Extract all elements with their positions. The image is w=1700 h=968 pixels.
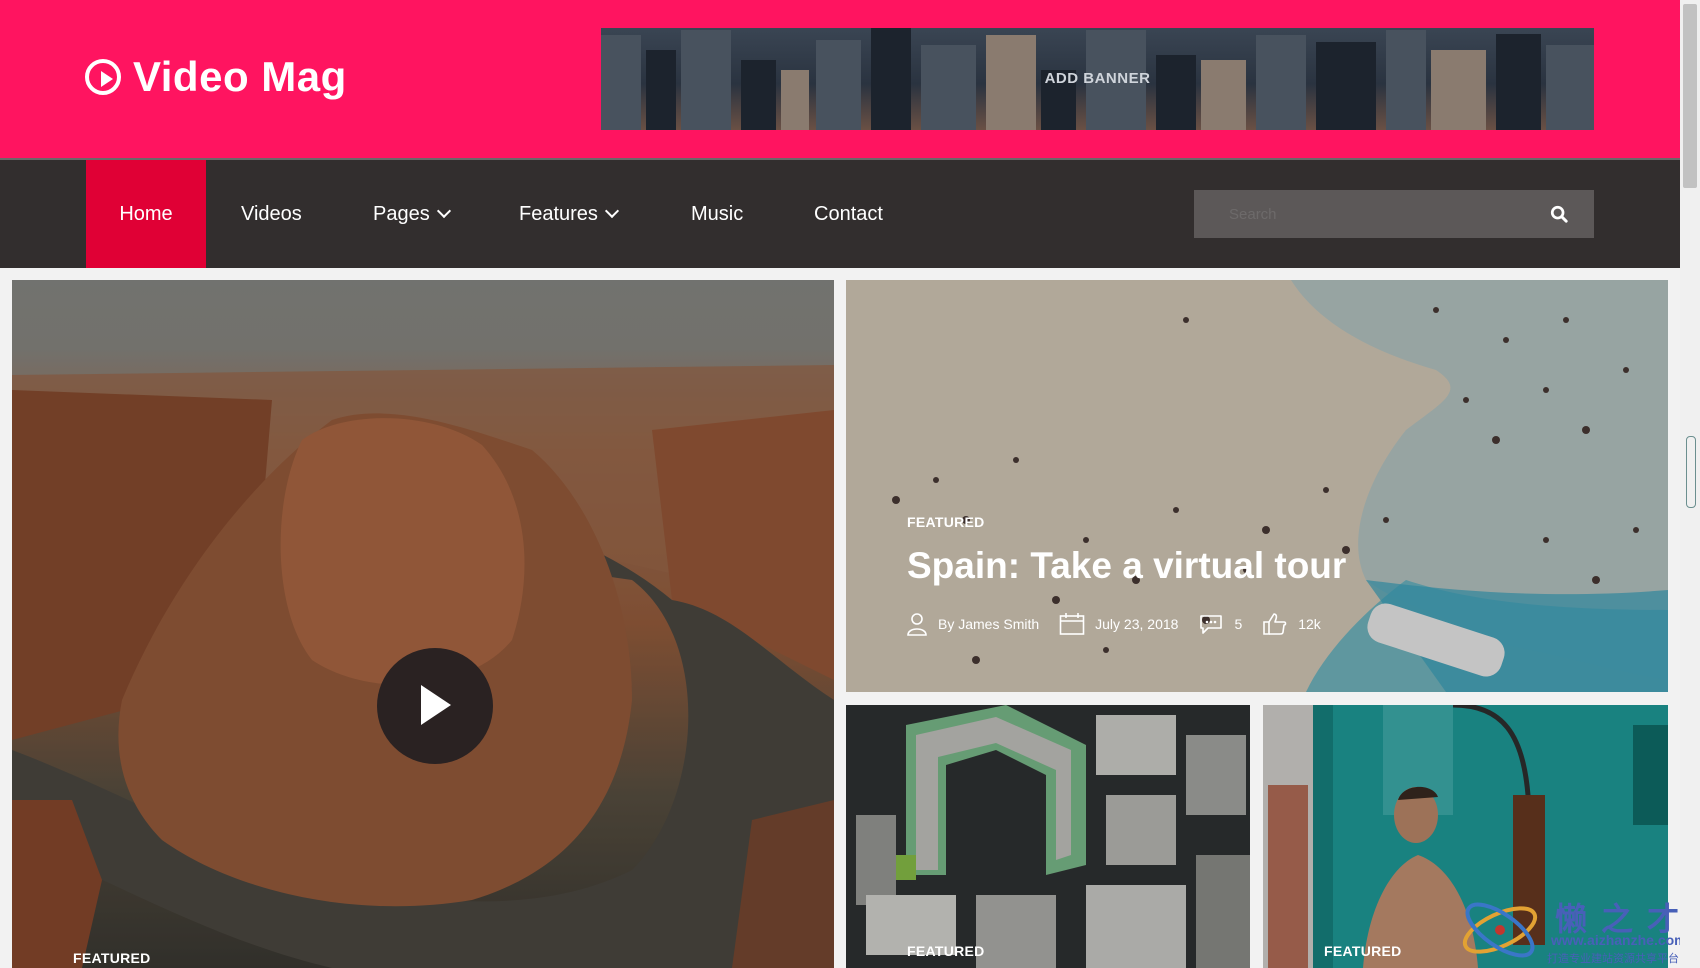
featured-tag: FEATURED bbox=[73, 950, 151, 966]
featured-tag: FEATURED bbox=[907, 514, 985, 530]
play-circle-icon bbox=[85, 59, 121, 95]
post-title[interactable]: Spain: Take a virtual tour bbox=[907, 545, 1346, 587]
watermark-url: www.aizhanzhe.com bbox=[1551, 932, 1687, 948]
post-date: July 23, 2018 bbox=[1059, 612, 1178, 636]
logo-text: Video Mag bbox=[133, 53, 347, 100]
comment-count: 5 bbox=[1234, 616, 1243, 632]
post-comments[interactable]: 5 bbox=[1198, 612, 1242, 636]
thumbs-up-icon bbox=[1263, 613, 1287, 635]
spain-post-card[interactable]: FEATURED Spain: Take a virtual tour By J… bbox=[846, 280, 1668, 692]
banner-label: ADD BANNER bbox=[1044, 70, 1151, 87]
featured-tag: FEATURED bbox=[1324, 943, 1402, 959]
site-watermark: 懒之才 www.aizhanzhe.com 打造专业建站资源共享平台 bbox=[1455, 890, 1700, 968]
nav-music-label: Music bbox=[691, 203, 744, 225]
date-text: July 23, 2018 bbox=[1095, 616, 1179, 632]
nav-videos[interactable]: Videos bbox=[211, 160, 332, 268]
post-meta: By James Smith July 23, 2018 5 12k bbox=[906, 612, 1341, 636]
user-icon bbox=[907, 613, 927, 636]
featured-tag: FEATURED bbox=[907, 943, 985, 959]
scrollbar-thumb[interactable] bbox=[1683, 4, 1697, 188]
site-logo[interactable]: Video Mag bbox=[85, 52, 347, 102]
author-name: By James Smith bbox=[938, 616, 1040, 632]
main-navigation: Home Videos Pages Features Music Contact bbox=[0, 158, 1680, 268]
site-header: Video Mag ADD BANNER bbox=[0, 0, 1680, 158]
chevron-down-icon bbox=[436, 203, 451, 219]
watermark-logo-icon bbox=[1462, 902, 1538, 958]
calendar-icon bbox=[1059, 613, 1085, 635]
search-input[interactable] bbox=[1194, 190, 1524, 238]
nav-features[interactable]: Features bbox=[489, 160, 647, 268]
nav-contact[interactable]: Contact bbox=[784, 160, 913, 268]
nav-features-label: Features bbox=[519, 203, 598, 225]
nav-home-label: Home bbox=[119, 203, 173, 225]
like-count: 12k bbox=[1298, 616, 1321, 632]
nav-pages-label: Pages bbox=[373, 203, 430, 225]
nav-contact-label: Contact bbox=[814, 203, 883, 225]
featured-video-card[interactable]: FEATURED bbox=[12, 280, 834, 968]
nav-home[interactable]: Home bbox=[86, 160, 206, 268]
scroll-indicator bbox=[1686, 436, 1696, 508]
watermark-sub: 打造专业建站资源共享平台 bbox=[1547, 953, 1679, 965]
comment-icon bbox=[1200, 615, 1223, 634]
post-author[interactable]: By James Smith bbox=[906, 612, 1039, 636]
city-post-card[interactable]: FEATURED bbox=[846, 705, 1250, 968]
chevron-down-icon bbox=[604, 203, 620, 219]
nav-pages[interactable]: Pages bbox=[343, 160, 479, 268]
play-button[interactable] bbox=[377, 648, 493, 764]
post-likes[interactable]: 12k bbox=[1262, 612, 1321, 636]
search-box bbox=[1194, 190, 1594, 238]
ad-banner[interactable]: ADD BANNER bbox=[601, 28, 1594, 130]
nav-videos-label: Videos bbox=[241, 203, 302, 225]
nav-music[interactable]: Music bbox=[661, 160, 773, 268]
search-icon[interactable] bbox=[1550, 205, 1568, 223]
